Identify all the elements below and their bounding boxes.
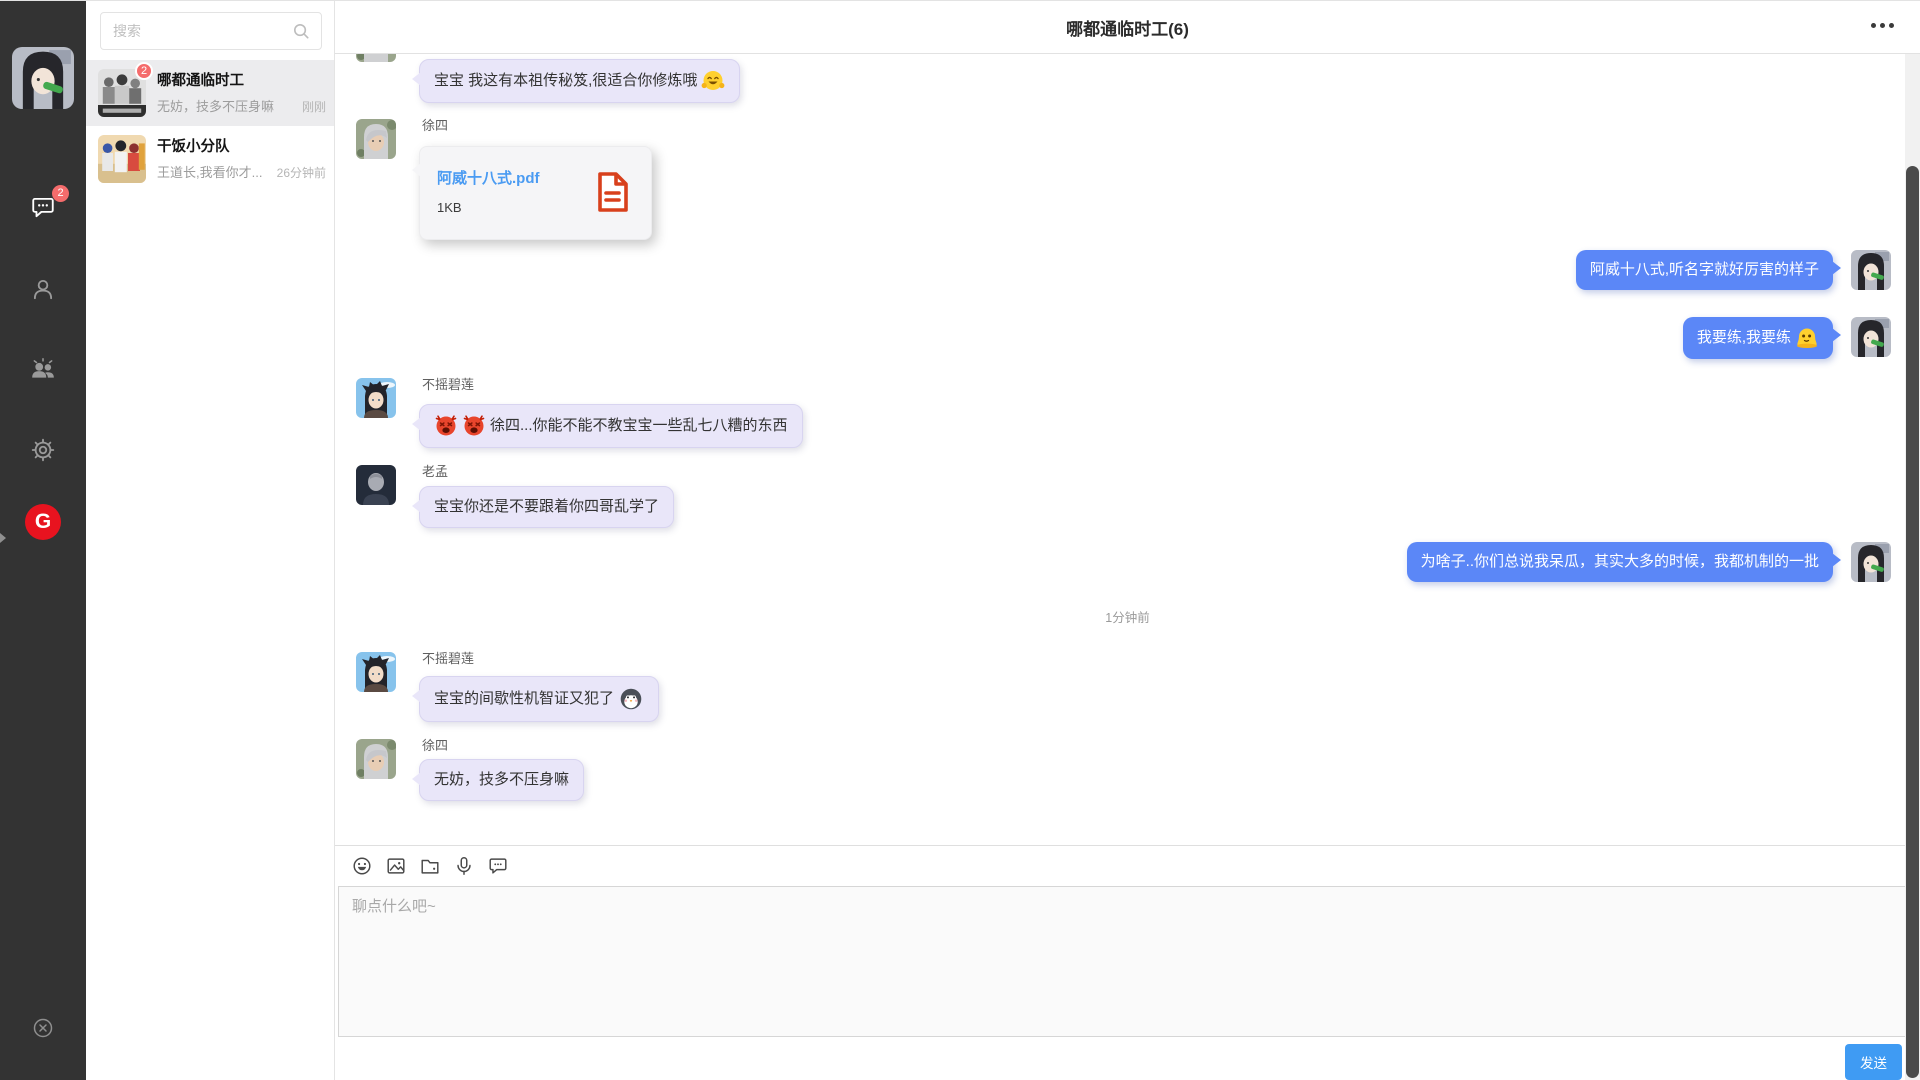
message-bubble: 宝宝 我这有本祖传秘笈,很适合你修炼哦 — [419, 59, 740, 103]
chat-history-button[interactable] — [487, 855, 509, 877]
brand-logo[interactable]: G — [25, 504, 61, 540]
groups-nav-button[interactable] — [29, 355, 57, 383]
disconnect-button[interactable] — [31, 1016, 55, 1040]
disconnect-icon — [31, 1016, 55, 1040]
search-icon[interactable] — [291, 21, 312, 42]
settings-icon — [30, 437, 56, 463]
chat-time: 26分钟前 — [277, 164, 326, 181]
contacts-nav-button[interactable] — [29, 275, 57, 303]
sender-avatar[interactable] — [356, 739, 396, 779]
search-row — [86, 1, 334, 60]
collapse-arrow-icon[interactable] — [0, 533, 6, 543]
file-message-card[interactable]: 阿威十八式.pdf 1KB — [419, 146, 652, 240]
sender-avatar[interactable] — [356, 119, 396, 159]
chat-header-title: 哪都通临时工(6) — [1066, 15, 1189, 40]
chat-list-panel: 2 哪都通临时工 无妨，技多不压身嘛 刚刚 干饭小分队 王道长,我看你才... … — [86, 1, 335, 1080]
message-bubble: 宝宝你还是不要跟着你四哥乱学了 — [419, 486, 674, 528]
sender-name: 老孟 — [422, 464, 448, 479]
message-bubble: 阿威十八式,听名字就好厉害的样子 — [1576, 250, 1833, 290]
chat-title: 哪都通临时工 — [157, 71, 326, 91]
search-input[interactable] — [101, 13, 321, 49]
message-bubble: 无妨，技多不压身嘛 — [419, 759, 584, 801]
sender-avatar[interactable] — [356, 465, 396, 505]
own-avatar[interactable] — [1851, 250, 1891, 290]
message-list: 宝宝 我这有本祖传秘笈,很适合你修炼哦 徐四 阿威十八式.pdf 1KB 阿威十… — [335, 54, 1920, 845]
hugging-face-emoji-icon — [701, 69, 725, 93]
chats-nav-button[interactable]: 2 — [29, 193, 57, 221]
sender-name: 不摇碧莲 — [422, 651, 474, 666]
own-avatar[interactable] — [1851, 542, 1891, 582]
enraged-emoji-icon — [462, 414, 486, 438]
file-size: 1KB — [437, 200, 462, 215]
unread-badge: 2 — [135, 62, 153, 80]
file-name[interactable]: 阿威十八式.pdf — [437, 167, 540, 188]
sender-avatar[interactable] — [356, 54, 396, 62]
file-upload-icon — [419, 855, 441, 877]
voice-message-button[interactable] — [453, 855, 475, 877]
settings-nav-button[interactable] — [29, 436, 57, 464]
message-bubble: 为啥子..你们总说我呆瓜，其实大多的时候，我都机制的一批 — [1407, 542, 1833, 582]
pdf-file-icon — [590, 170, 636, 216]
chat-preview: 无妨，技多不压身嘛 — [157, 96, 298, 115]
enraged-emoji-icon — [434, 414, 458, 438]
penguin-emoji-icon — [618, 686, 644, 712]
app-window: 2 G — [0, 0, 1920, 1080]
contacts-icon — [30, 276, 56, 302]
nav-rail: 2 G — [0, 1, 86, 1080]
chat-list-item-ganfan[interactable]: 干饭小分队 王道长,我看你才... 26分钟前 — [86, 126, 334, 192]
send-row: 发送 — [335, 1037, 1920, 1080]
message-bubble: 徐四...你能不能不教宝宝一些乱七八糟的东西 — [419, 404, 803, 448]
emoji-picker-icon — [351, 855, 373, 877]
message-bubble: 宝宝的间歇性机智证又犯了 — [419, 676, 659, 722]
chat-history-icon — [487, 855, 509, 877]
message-bubble: 我要练,我要练 — [1683, 317, 1833, 359]
chat-header: 哪都通临时工(6) — [335, 1, 1920, 54]
chat-preview: 王道长,我看你才... — [157, 162, 273, 181]
scrollbar-track — [1905, 54, 1920, 1080]
sender-avatar[interactable] — [356, 652, 396, 692]
chat-main: 哪都通临时工(6) 宝宝 我这有本祖传秘笈,很适合你修炼哦 徐四 阿威十八式.p… — [335, 1, 1920, 1080]
group-avatar: 2 — [98, 69, 146, 117]
composer-toolbar — [335, 846, 1920, 886]
scrollbar-thumb[interactable] — [1906, 166, 1919, 1078]
composer: 发送 — [335, 845, 1920, 1080]
chat-list-item-nadutong[interactable]: 2 哪都通临时工 无妨，技多不压身嘛 刚刚 — [86, 60, 334, 126]
unread-badge: 2 — [52, 185, 69, 202]
send-button[interactable]: 发送 — [1845, 1044, 1902, 1080]
melting-face-emoji-icon — [1795, 326, 1819, 350]
group-avatar — [98, 135, 146, 183]
user-avatar[interactable] — [12, 47, 74, 109]
message-input[interactable] — [338, 886, 1917, 1037]
chat-time: 刚刚 — [302, 98, 326, 115]
sender-name: 徐四 — [422, 738, 448, 753]
sender-avatar[interactable] — [356, 378, 396, 418]
more-menu-button[interactable] — [1871, 23, 1894, 28]
sender-name: 不摇碧莲 — [422, 377, 474, 392]
groups-icon — [30, 356, 56, 382]
own-avatar[interactable] — [1851, 317, 1891, 357]
timestamp-divider: 1分钟前 — [335, 607, 1920, 626]
chat-icon — [30, 194, 56, 220]
voice-icon — [453, 855, 475, 877]
sender-name: 徐四 — [422, 118, 448, 133]
emoji-picker-button[interactable] — [351, 855, 373, 877]
chat-title: 干饭小分队 — [157, 137, 326, 157]
file-upload-button[interactable] — [419, 855, 441, 877]
image-upload-icon — [385, 855, 407, 877]
image-upload-button[interactable] — [385, 855, 407, 877]
